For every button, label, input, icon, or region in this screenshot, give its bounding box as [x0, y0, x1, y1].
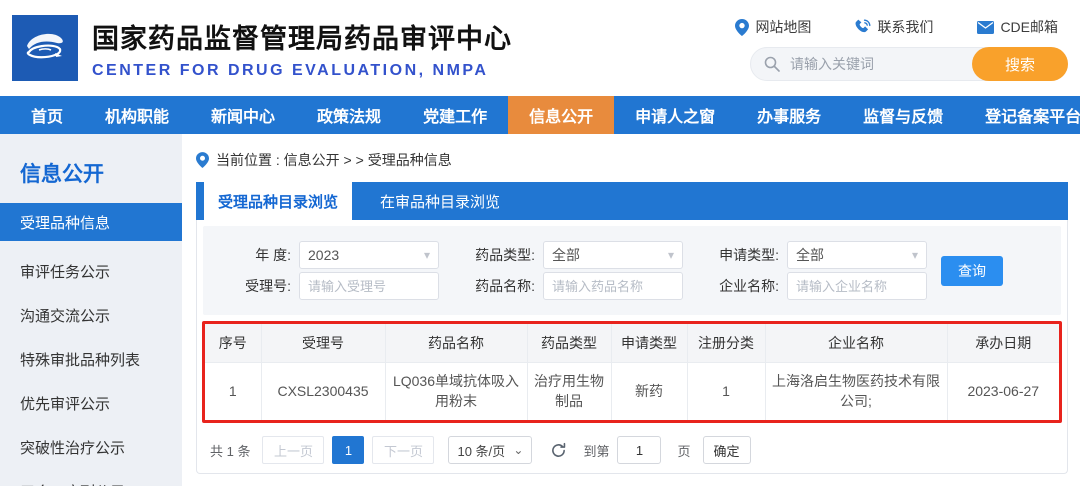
acceptance-no-input[interactable] — [299, 272, 439, 300]
chevron-down-icon: ⌄ — [513, 443, 524, 457]
company-name-input[interactable] — [787, 272, 927, 300]
site-header: 国家药品监督管理局药品审评中心 CENTER FOR DRUG EVALUATI… — [0, 0, 1080, 96]
apply-type-label: 申请类型: — [719, 247, 779, 263]
drug-type-select[interactable]: 全部 ▾ — [543, 241, 683, 269]
apply-type-select[interactable]: 全部 ▾ — [787, 241, 927, 269]
table-row: 1 CXSL2300435 LQ036单域抗体吸入用粉末 治疗用生物制品 新药 … — [205, 362, 1059, 420]
site-subtitle: CENTER FOR DRUG EVALUATION, NMPA — [92, 61, 489, 79]
nav-item-functions[interactable]: 机构职能 — [84, 96, 190, 134]
cde-mail-label: CDE邮箱 — [1000, 19, 1058, 35]
caret-down-icon: ▾ — [423, 248, 430, 262]
cell-apply-type: 新药 — [611, 362, 688, 420]
nav-item-policies[interactable]: 政策法规 — [296, 96, 402, 134]
quick-links: 网站地图 联系我们 CDE邮箱 — [735, 17, 1058, 37]
pagination: 共 1 条 上一页 1 下一页 10 条/页 ⌄ 到第 页 确定 — [210, 436, 1067, 464]
company-name-label: 企业名称: — [719, 278, 779, 294]
sidebar-item-communication[interactable]: 沟通交流公示 — [0, 293, 182, 337]
nav-item-home[interactable]: 首页 — [10, 96, 84, 134]
goto-suffix: 页 — [677, 443, 691, 459]
nav-item-party[interactable]: 党建工作 — [402, 96, 508, 134]
sitemap-label: 网站地图 — [755, 19, 812, 35]
prev-page-button[interactable]: 上一页 — [262, 436, 325, 464]
goto-page-input[interactable] — [617, 436, 662, 464]
col-drug-type: 药品类型 — [527, 324, 612, 363]
drug-name-label: 药品名称: — [475, 278, 535, 294]
col-acceptance-no: 受理号 — [261, 324, 386, 363]
sidebar-item-review-tasks[interactable]: 审评任务公示 — [0, 249, 182, 293]
filter-panel: 年 度: 2023 ▾ 药品类型: 全部 ▾ 申请类型: 全部 ▾ 受理号: 请… — [203, 226, 1061, 315]
cell-drug-type: 治疗用生物制品 — [527, 362, 612, 420]
cde-logo — [12, 15, 78, 81]
location-pin-icon — [196, 152, 209, 168]
apply-type-value: 全部 — [796, 247, 824, 263]
main-nav: 首页 机构职能 新闻中心 政策法规 党建工作 信息公开 申请人之窗 办事服务 监… — [0, 96, 1080, 134]
cell-company: 上海洛启生物医药技术有限公司; — [765, 362, 948, 420]
confirm-button[interactable]: 确定 — [702, 436, 751, 464]
col-apply-type: 申请类型 — [611, 324, 688, 363]
page-size-value: 10 条/页 — [457, 443, 506, 459]
drug-type-value: 全部 — [552, 247, 580, 263]
cell-drug-name: LQ036单域抗体吸入用粉末 — [385, 362, 528, 420]
page-size-select[interactable]: 10 条/页 ⌄ — [448, 436, 533, 464]
year-label: 年 度: — [255, 247, 291, 263]
sidebar: 信息公开 受理品种信息 审评任务公示 沟通交流公示 特殊审批品种列表 优先审评公… — [0, 134, 182, 486]
tabbar: 受理品种目录浏览 在审品种目录浏览 — [196, 182, 1068, 220]
envelope-icon — [977, 20, 995, 34]
nav-item-registration-platform[interactable]: 登记备案平台 — [964, 96, 1080, 134]
col-drug-name: 药品名称 — [385, 324, 528, 363]
cell-date: 2023-06-27 — [947, 362, 1059, 420]
search-icon — [764, 56, 780, 72]
nav-item-info-disclosure[interactable]: 信息公开 — [508, 96, 615, 134]
col-seq: 序号 — [205, 324, 262, 363]
nav-item-applicant-window[interactable]: 申请人之窗 — [614, 96, 736, 134]
location-pin-icon — [735, 18, 750, 36]
col-reg-class: 注册分类 — [687, 324, 766, 363]
tab-under-review-catalog[interactable]: 在审品种目录浏览 — [352, 182, 528, 220]
sidebar-item-accepted-varieties[interactable]: 受理品种信息 — [0, 203, 182, 241]
acceptance-no-label: 受理号: — [245, 278, 291, 294]
drug-type-label: 药品类型: — [475, 247, 535, 263]
sidebar-title: 信息公开 — [20, 163, 104, 186]
nav-item-services[interactable]: 办事服务 — [736, 96, 842, 134]
site-title: 国家药品监督管理局药品审评中心 — [92, 23, 512, 54]
breadcrumb-text: 当前位置 : 信息公开 > > 受理品种信息 — [216, 152, 452, 168]
query-button[interactable]: 查询 — [941, 255, 1003, 286]
cde-mail-link[interactable]: CDE邮箱 — [977, 17, 1058, 37]
col-company: 企业名称 — [765, 324, 948, 363]
search-bar: 搜索 — [750, 47, 1068, 81]
year-select[interactable]: 2023 ▾ — [299, 241, 439, 269]
next-page-button[interactable]: 下一页 — [372, 436, 435, 464]
cell-seq: 1 — [205, 362, 262, 420]
results-table: 序号 受理号 药品名称 药品类型 申请类型 注册分类 企业名称 承办日期 1 C… — [205, 324, 1059, 420]
contact-label: 联系我们 — [877, 19, 934, 35]
contact-link[interactable]: 联系我们 — [855, 17, 933, 37]
cell-reg-class: 1 — [687, 362, 766, 420]
page-number-1[interactable]: 1 — [332, 436, 365, 464]
caret-down-icon: ▾ — [667, 248, 674, 262]
total-count: 共 1 条 — [210, 443, 251, 459]
table-header-row: 序号 受理号 药品名称 药品类型 申请类型 注册分类 企业名称 承办日期 — [205, 324, 1059, 363]
drug-name-input[interactable] — [543, 272, 683, 300]
nav-item-news[interactable]: 新闻中心 — [190, 96, 296, 134]
nav-item-supervision[interactable]: 监督与反馈 — [842, 96, 964, 134]
sitemap-link[interactable]: 网站地图 — [735, 17, 811, 37]
year-value: 2023 — [308, 247, 340, 263]
sidebar-item-three-in-one[interactable]: 三合一序列公示 — [0, 469, 182, 486]
phone-icon — [855, 19, 871, 33]
content-panel: 年 度: 2023 ▾ 药品类型: 全部 ▾ 申请类型: 全部 ▾ 受理号: 请… — [196, 220, 1068, 474]
caret-down-icon: ▾ — [911, 248, 918, 262]
search-button[interactable]: 搜索 — [972, 47, 1068, 81]
refresh-icon[interactable] — [550, 442, 567, 459]
breadcrumb: 当前位置 : 信息公开 > > 受理品种信息 — [196, 150, 1068, 170]
sidebar-item-special-approval[interactable]: 特殊审批品种列表 — [0, 337, 182, 381]
results-table-highlight: 序号 受理号 药品名称 药品类型 申请类型 注册分类 企业名称 承办日期 1 C… — [202, 321, 1062, 423]
col-date: 承办日期 — [947, 324, 1059, 363]
sidebar-item-priority-review[interactable]: 优先审评公示 — [0, 381, 182, 425]
tab-accepted-catalog[interactable]: 受理品种目录浏览 — [204, 182, 352, 220]
goto-prefix: 到第 — [583, 443, 610, 459]
sidebar-item-breakthrough-therapy[interactable]: 突破性治疗公示 — [0, 425, 182, 469]
cell-acceptance-no: CXSL2300435 — [261, 362, 386, 420]
swan-logo-icon — [26, 33, 63, 59]
